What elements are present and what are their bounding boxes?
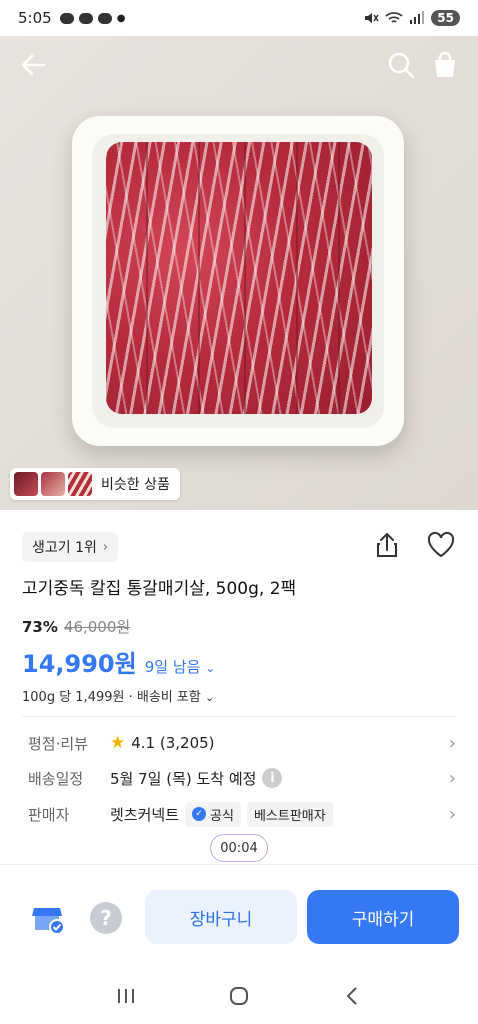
seller-label: 판매자 [28,805,70,824]
rank-chip-label: 생고기 1위 [32,540,97,556]
divider [22,716,456,717]
add-to-cart-button[interactable]: 장바구니 [145,890,297,944]
info-icon[interactable]: i [262,768,283,788]
back-arrow-icon[interactable] [18,50,48,80]
rank-chip[interactable]: 생고기 1위 › [22,532,119,562]
home-icon[interactable] [221,978,257,1014]
talk-notification-icon [97,12,112,24]
plate-image [72,116,404,446]
status-bar: 5:05 ● 55 [0,0,478,36]
food-notification-icon [78,12,93,24]
delivery-label: 배송일정 [28,769,84,788]
recent-apps-icon[interactable] [108,978,144,1014]
chevron-right-icon: › [448,803,456,825]
sale-price: 14,990원 [22,650,137,678]
store-icon[interactable] [30,900,66,936]
check-icon: ✓ [192,807,207,821]
delivery-row[interactable]: 배송일정 5월 7일 (목) 도착 예정 i › [28,764,456,792]
rating-row[interactable]: 평점·리뷰 ★ 4.1 (3,205) › [28,729,456,757]
discount-row: 73% 46,000원 [22,616,130,637]
heart-icon[interactable] [426,530,456,560]
product-title: 고기중독 칼집 통갈매기살, 500g, 2팩 [22,579,297,599]
back-icon[interactable] [334,978,370,1014]
status-time: 5:05 [18,9,52,27]
star-icon: ★ [110,733,126,753]
similar-thumb [14,472,38,496]
more-notifications-icon: ● [116,12,126,24]
chat-notification-icon [59,12,74,24]
discount-rate: 73% [22,618,58,636]
signal-icon [410,11,425,24]
seller-row[interactable]: 판매자 렛츠커넥트 ✓ 공식 베스트판매자 › [28,800,456,828]
help-icon[interactable]: ? [90,902,122,934]
similar-products-label: 비슷한 상품 [101,477,170,493]
original-price: 46,000원 [63,618,131,636]
delivery-value: 5월 7일 (목) 도착 예정 [110,769,257,788]
search-icon[interactable] [386,50,416,80]
price-row: 14,990원 9일 남음 ⌄ [22,644,215,679]
chevron-down-icon: ⌄ [204,691,215,704]
chevron-down-icon: ⌄ [205,661,216,675]
buy-now-button[interactable]: 구매하기 [307,890,459,944]
seller-name: 렛츠커넥트 [110,805,180,824]
battery-indicator: 55 [431,10,460,26]
chevron-right-icon: › [102,539,109,555]
system-nav-bar [0,968,478,1024]
similar-products-chip[interactable]: 비슷한 상품 [10,468,180,500]
notification-icons: ● [59,12,126,24]
share-icon[interactable] [372,530,402,560]
best-seller-badge: 베스트판매자 [246,801,333,827]
rating-value: 4.1 (3,205) [131,734,215,752]
product-image[interactable]: 비슷한 상품 [0,36,478,510]
official-badge: ✓ 공식 [185,801,241,827]
mute-icon [365,13,379,23]
similar-thumb [68,472,92,496]
meat-image [106,142,372,414]
shopping-bag-icon[interactable] [430,50,460,80]
rating-label: 평점·리뷰 [28,734,88,753]
days-left[interactable]: 9일 남음 ⌄ [145,656,216,677]
similar-thumb [41,472,65,496]
chevron-right-icon: › [448,732,456,754]
wifi-icon [385,12,403,23]
chevron-right-icon: › [448,767,456,789]
timer-badge: 00:04 [210,834,268,862]
unit-price-info[interactable]: 100g 당 1,499원 · 배송비 포함 ⌄ [22,686,214,705]
divider [0,864,478,865]
